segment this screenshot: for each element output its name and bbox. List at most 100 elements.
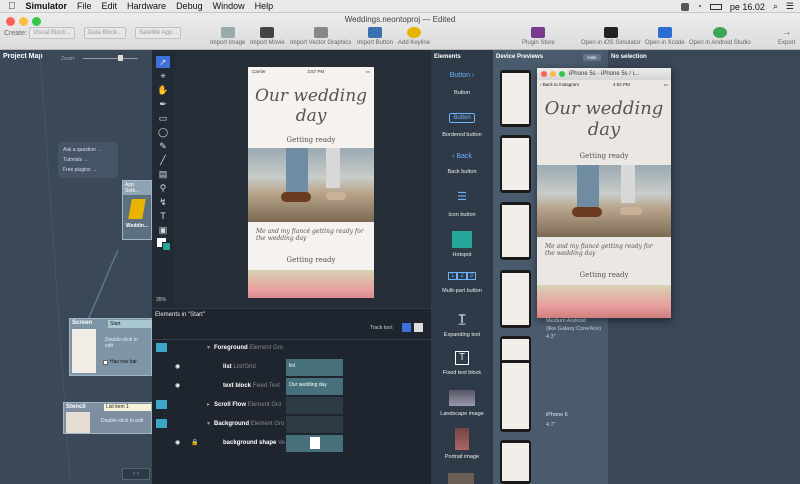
eyedropper-icon[interactable]: ⚲ bbox=[156, 182, 170, 194]
close-window-icon[interactable] bbox=[541, 71, 547, 77]
path-icon[interactable]: ↯ bbox=[156, 196, 170, 208]
export-button[interactable]: → Export bbox=[778, 27, 795, 46]
open-ios-simulator-button[interactable]: Open in iOS Simulator bbox=[581, 27, 641, 46]
timeline-bar[interactable]: list bbox=[286, 359, 343, 376]
timeline-bar[interactable]: Our wedding day bbox=[286, 378, 343, 395]
app-menu[interactable]: Simulator bbox=[26, 0, 68, 13]
rectangle-icon[interactable]: ▭ bbox=[156, 112, 170, 124]
text-icon[interactable]: T bbox=[156, 210, 170, 222]
hide-previews-button[interactable]: Hide bbox=[583, 54, 601, 61]
menu-edit[interactable]: Edit bbox=[102, 0, 118, 13]
open-xcode-button[interactable]: Open in Xcode bbox=[645, 27, 685, 46]
element-hotspot[interactable]: Hotspot bbox=[431, 231, 493, 258]
map-nav-arrows[interactable]: ‹ › bbox=[122, 468, 150, 480]
element-multipart-button[interactable]: 123 Multi-part button bbox=[431, 272, 493, 294]
tree-row-text-block[interactable]: ◉ text block Fixed Text Our wedding day bbox=[152, 377, 431, 396]
preview-android-small[interactable] bbox=[500, 270, 531, 328]
wifi-icon[interactable]: ◔ bbox=[697, 2, 702, 11]
direct-select-icon[interactable]: ⌖ bbox=[156, 70, 170, 82]
disclosure-icon[interactable]: ▸ bbox=[207, 401, 210, 408]
tree-row-background[interactable]: ▾ Background Element Gro bbox=[152, 415, 431, 434]
canvas-zoom-level[interactable]: 35% bbox=[156, 297, 166, 303]
pen-icon[interactable]: ✒ bbox=[156, 98, 170, 110]
has-nav-bar-checkbox[interactable]: Has nav bar bbox=[103, 359, 137, 365]
visibility-eye-icon[interactable]: ◉ bbox=[175, 363, 180, 370]
element-back-button[interactable]: ‹ Back Back button bbox=[431, 153, 493, 175]
tree-row-list[interactable]: ◉ list List/Grid list bbox=[152, 358, 431, 377]
getting-ready-subtitle[interactable]: Getting ready bbox=[248, 136, 374, 144]
element-fixed-text-block[interactable]: T Fixed text block bbox=[431, 351, 493, 376]
simulator-title-bar[interactable]: iPhone 5s - iPhone 5s / i... bbox=[537, 68, 671, 80]
gradient-icon[interactable]: ▤ bbox=[156, 168, 170, 180]
pencil-icon[interactable]: ✎ bbox=[156, 140, 170, 152]
apple-menu-icon[interactable]:  bbox=[8, 1, 16, 12]
visibility-eye-icon[interactable]: ◉ bbox=[175, 382, 180, 389]
import-button-button[interactable]: Import Button bbox=[357, 27, 393, 46]
menu-list-icon[interactable]: ☰ bbox=[786, 1, 794, 12]
hand-icon[interactable]: ✋ bbox=[156, 84, 170, 96]
shoes-photo[interactable] bbox=[248, 148, 374, 222]
import-movie-button[interactable]: Import Movie bbox=[250, 27, 285, 46]
menu-file[interactable]: File bbox=[77, 0, 92, 13]
element-expanding-text[interactable]: T̲ Expanding text bbox=[431, 312, 493, 338]
tree-row-scroll-flow[interactable]: ▸ Scroll Flow Element Gro bbox=[152, 396, 431, 415]
import-vector-button[interactable]: Import Vector Graphics bbox=[290, 27, 351, 46]
preview-phone-2[interactable] bbox=[500, 202, 531, 260]
status-icon[interactable] bbox=[680, 2, 689, 11]
color-swatch-icon[interactable] bbox=[156, 238, 171, 251]
phone-artboard[interactable]: Carrier 3:57 PM ▭ Our wedding day Getting … bbox=[248, 67, 374, 298]
tree-row-foreground[interactable]: ▾ Foreground Element Gro bbox=[152, 339, 431, 358]
design-canvas[interactable]: Carrier 3:57 PM ▭ Our wedding day Getting … bbox=[156, 50, 431, 308]
preview-iphone6[interactable] bbox=[500, 440, 531, 484]
track-tool-camera-icon[interactable] bbox=[414, 323, 423, 332]
element-portrait-image[interactable]: Portrait image bbox=[431, 428, 493, 460]
visual-block-button[interactable]: Visual Block... bbox=[29, 27, 75, 39]
menu-window[interactable]: Window bbox=[213, 0, 245, 13]
add-keyline-button[interactable]: Add Keyline bbox=[398, 27, 430, 46]
tutorials-link[interactable]: Tutorials → bbox=[63, 155, 113, 165]
preview-phone[interactable] bbox=[500, 135, 531, 193]
menu-help[interactable]: Help bbox=[255, 0, 274, 13]
preview-android-medium-2[interactable] bbox=[500, 360, 531, 432]
lock-icon[interactable]: 🔒 bbox=[191, 439, 198, 446]
menu-debug[interactable]: Debug bbox=[176, 0, 203, 13]
app-settings-card[interactable]: App Setti... Weddin... bbox=[122, 180, 152, 240]
preview-small-phone[interactable] bbox=[500, 70, 531, 127]
line-icon[interactable]: ╱ bbox=[156, 154, 170, 166]
free-plugins-link[interactable]: Free plugins → bbox=[63, 165, 113, 175]
element-button[interactable]: Button › Button bbox=[431, 72, 493, 96]
text-box-icon[interactable]: ▣ bbox=[156, 224, 170, 236]
flowers-photo[interactable] bbox=[248, 270, 374, 298]
data-block-button[interactable]: Data Block... bbox=[84, 27, 127, 39]
element-bordered-button[interactable]: Button Bordered button bbox=[431, 113, 493, 138]
plugin-store-button[interactable]: Plugin Store bbox=[522, 27, 555, 46]
timeline-bar[interactable] bbox=[286, 435, 343, 452]
wedding-title[interactable]: Our wedding day bbox=[248, 86, 374, 126]
satellite-app-button[interactable]: Satellite App... bbox=[135, 27, 182, 39]
battery-icon[interactable] bbox=[709, 3, 722, 10]
track-tool-arrow-icon[interactable] bbox=[402, 323, 411, 332]
element-icon-button[interactable]: ☰ Icon button bbox=[431, 192, 493, 219]
disclosure-icon[interactable]: ▾ bbox=[207, 420, 210, 427]
visibility-eye-icon[interactable]: ◉ bbox=[175, 439, 180, 446]
getting-ready-subtitle-2[interactable]: Getting ready bbox=[248, 256, 374, 264]
body-text[interactable]: Me and my fiancé getting ready for the w… bbox=[248, 222, 374, 248]
open-android-studio-button[interactable]: Open in Android Studio bbox=[689, 27, 751, 46]
zoom-window-icon[interactable] bbox=[559, 71, 565, 77]
element-landscape-image[interactable]: Landscape image bbox=[431, 390, 493, 417]
tree-row-background-shape[interactable]: ◉ 🔒 background shape Ve bbox=[152, 434, 431, 453]
search-icon[interactable]: ⌕ bbox=[773, 1, 778, 12]
disclosure-icon[interactable]: ▾ bbox=[207, 344, 210, 351]
screen-card[interactable]: Screen Start Double-click to edit Has na… bbox=[69, 318, 152, 376]
select-arrow-icon[interactable]: ➚ bbox=[156, 56, 170, 68]
more-element-icon[interactable] bbox=[448, 473, 474, 484]
menu-hardware[interactable]: Hardware bbox=[127, 0, 166, 13]
back-to-instagram-link[interactable]: ‹ Back to Instagram bbox=[540, 82, 579, 87]
ask-question-link[interactable]: Ask a question → bbox=[63, 145, 113, 155]
ellipse-icon[interactable]: ◯ bbox=[156, 126, 170, 138]
minimize-window-icon[interactable] bbox=[550, 71, 556, 77]
stencil-card[interactable]: Stencil List item 1 Double-click to edit bbox=[63, 402, 152, 434]
import-image-button[interactable]: Import Image bbox=[210, 27, 245, 46]
clock[interactable]: pe 16.02 bbox=[730, 2, 765, 12]
ios-simulator-window[interactable]: iPhone 5s - iPhone 5s / i... ‹ Back to I… bbox=[537, 68, 671, 318]
